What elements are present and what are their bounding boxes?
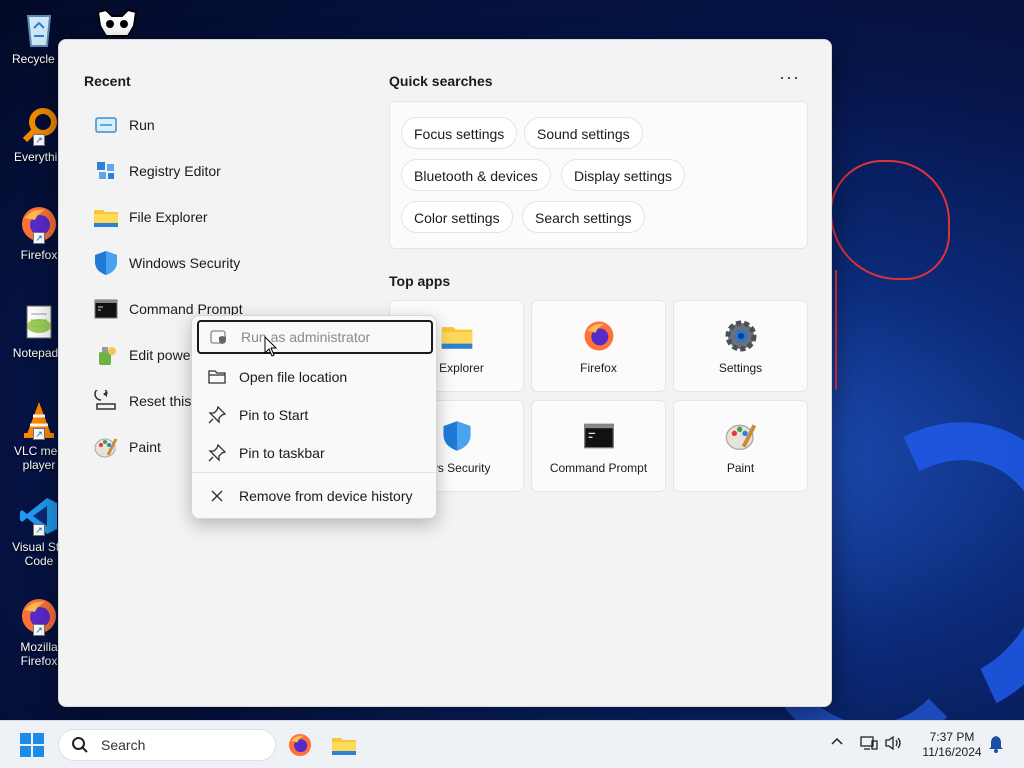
chip-sound-settings[interactable]: Sound settings (524, 117, 643, 149)
pin-icon (207, 405, 227, 425)
shortcut-arrow-icon: ↗ (33, 232, 45, 244)
power-plan-icon (93, 342, 119, 368)
menu-item-remove-from-device-history[interactable]: Remove from device history (197, 479, 433, 513)
search-icon (71, 736, 91, 754)
menu-item-run-as-administrator[interactable]: Run as administrator (197, 320, 433, 354)
folder-outline-icon (207, 367, 227, 387)
top-app-label: Command Prompt (549, 461, 648, 475)
context-menu: Run as administrator Open file location … (191, 315, 437, 519)
registry-icon (93, 158, 119, 184)
clock-time: 7:37 PM (929, 730, 975, 744)
chip-bluetooth-devices[interactable]: Bluetooth & devices (401, 159, 551, 191)
recycle-bin-icon (19, 8, 59, 48)
start-button[interactable] (20, 733, 44, 757)
more-options-button[interactable]: ··· (779, 68, 800, 86)
terminal-icon (582, 419, 616, 453)
taskbar-firefox[interactable] (286, 731, 314, 759)
folder-icon (332, 738, 356, 755)
taskbar-file-explorer[interactable] (330, 731, 358, 759)
recent-item-label: Paint (129, 439, 161, 455)
magnifier-icon: ↗ (19, 106, 59, 146)
top-app-command-prompt[interactable]: Command Prompt (531, 400, 666, 492)
admin-shield-icon (209, 327, 229, 347)
menu-item-label: Run as administrator (241, 329, 371, 345)
quick-searches-title: Quick searches (389, 73, 493, 89)
top-app-label: Firefox (580, 361, 617, 375)
recent-item-run[interactable]: Run (85, 102, 365, 148)
chip-display-settings[interactable]: Display settings (561, 159, 686, 191)
run-icon (93, 112, 119, 138)
recent-item-label: Windows Security (129, 255, 241, 271)
folder-icon (93, 204, 119, 230)
menu-item-label: Pin to Start (239, 407, 309, 423)
windows-logo-icon (20, 733, 31, 744)
close-icon (207, 486, 227, 506)
top-app-paint[interactable]: Paint (673, 400, 808, 492)
terminal-icon (93, 296, 119, 322)
recent-item-file-explorer[interactable]: File Explorer (85, 194, 365, 240)
volume-icon[interactable] (884, 735, 904, 754)
network-icon[interactable] (860, 735, 878, 754)
menu-item-pin-to-taskbar[interactable]: Pin to taskbar (197, 436, 433, 470)
recent-item-label: Run (129, 117, 155, 133)
firefox-icon: ↗ (19, 204, 59, 244)
recent-item-label: File Explorer (129, 209, 208, 225)
paint-icon (93, 434, 119, 460)
wallpaper-doodle (830, 160, 950, 280)
menu-item-open-file-location[interactable]: Open file location (197, 360, 433, 394)
folder-icon (440, 319, 474, 353)
chevron-up-icon[interactable] (830, 735, 844, 752)
shortcut-arrow-icon: ↗ (33, 624, 45, 636)
firefox-icon: ↗ (19, 596, 59, 636)
taskbar-search-box[interactable]: Search (58, 729, 276, 761)
clock-date: 11/16/2024 (922, 745, 982, 759)
desktop-icon-skull[interactable] (94, 8, 140, 40)
vscode-icon: ↗ (19, 496, 59, 536)
chip-color-settings[interactable]: Color settings (401, 201, 513, 233)
recent-title: Recent (84, 73, 131, 89)
top-app-settings[interactable]: Settings (673, 300, 808, 392)
firefox-icon (288, 733, 312, 757)
recent-item-label: Registry Editor (129, 163, 221, 179)
search-placeholder: Search (101, 737, 146, 753)
chip-search-settings[interactable]: Search settings (522, 201, 645, 233)
paint-icon (724, 419, 758, 453)
chip-focus-settings[interactable]: Focus settings (401, 117, 518, 149)
top-app-firefox[interactable]: Firefox (531, 300, 666, 392)
reset-icon (93, 388, 119, 414)
clock[interactable]: 7:37 PM 11/16/2024 (916, 730, 988, 760)
menu-item-pin-to-start[interactable]: Pin to Start (197, 398, 433, 432)
quick-searches-panel: Focus settings Sound settings Bluetooth … (389, 101, 808, 249)
recent-item-registry-editor[interactable]: Registry Editor (85, 148, 365, 194)
shortcut-arrow-icon: ↗ (33, 428, 45, 440)
recent-item-windows-security[interactable]: Windows Security (85, 240, 365, 286)
pin-icon (207, 443, 227, 463)
top-app-label: Settings (718, 361, 763, 375)
shield-icon (440, 419, 474, 453)
wallpaper-doodle (835, 270, 865, 390)
recent-item-label: Reset this (129, 393, 192, 409)
menu-item-label: Remove from device history (239, 488, 413, 504)
top-apps-title: Top apps (389, 273, 451, 289)
gear-icon (724, 319, 758, 353)
mouse-cursor-icon (264, 336, 278, 357)
taskbar: Search 7:37 PM 11/16/2024 (0, 720, 1024, 768)
top-app-label: Paint (726, 461, 755, 475)
menu-separator (192, 472, 436, 473)
skull-icon (96, 8, 138, 37)
notepadpp-icon (19, 302, 59, 342)
vlc-cone-icon: ↗ (19, 400, 59, 440)
shortcut-arrow-icon: ↗ (33, 524, 45, 536)
start-menu: Recent Run Registry Editor File Explorer… (58, 39, 832, 707)
firefox-icon (582, 319, 616, 353)
recent-item-label: Edit power (129, 347, 196, 363)
menu-item-label: Open file location (239, 369, 348, 385)
notification-bell-icon[interactable] (988, 735, 1004, 756)
shield-icon (93, 250, 119, 276)
shortcut-arrow-icon: ↗ (33, 134, 45, 146)
menu-item-label: Pin to taskbar (239, 445, 325, 461)
